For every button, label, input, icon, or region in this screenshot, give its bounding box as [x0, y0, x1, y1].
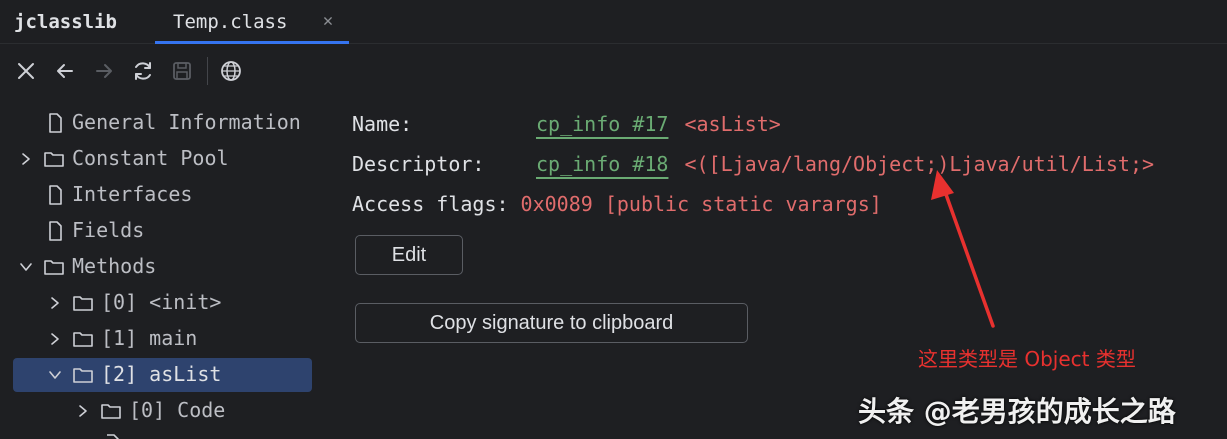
folder-icon — [73, 332, 93, 347]
tree-item-constant-pool[interactable]: Constant Pool — [0, 142, 320, 176]
tree-item-label: [1] main — [101, 326, 198, 350]
refresh-icon[interactable] — [130, 58, 156, 84]
chevron-right-icon[interactable] — [47, 331, 63, 347]
tree-item-label: Methods — [72, 254, 157, 278]
tree-item-method-aslist[interactable]: [2] asList — [13, 358, 312, 392]
globe-icon[interactable] — [218, 58, 244, 84]
folder-icon — [44, 260, 64, 275]
tree-item-label: Constant Pool — [72, 146, 229, 170]
file-icon — [49, 221, 62, 241]
tree-item-methods[interactable]: Methods — [0, 250, 320, 284]
folder-icon — [101, 404, 121, 419]
chevron-right-icon[interactable] — [18, 151, 34, 167]
folder-icon — [44, 152, 64, 167]
forward-icon[interactable] — [91, 58, 117, 84]
toolbar — [0, 50, 260, 92]
access-flags-label: Access flags: — [352, 192, 509, 216]
tree-item-label: Fields — [72, 218, 145, 242]
tree-item-code[interactable]: [0] Code — [0, 394, 320, 428]
toolbar-separator — [207, 57, 208, 85]
tree-item-method-main[interactable]: [1] main — [0, 322, 320, 356]
tab-jclasslib[interactable]: jclasslib — [14, 0, 117, 44]
class-structure-tree: General Information Constant Pool Interf… — [0, 104, 320, 439]
annotation-text: 这里类型是 Object 类型 — [918, 347, 1136, 371]
chevron-down-icon[interactable] — [18, 259, 34, 275]
tab-temp-class-label: Temp.class — [173, 11, 288, 33]
descriptor-value: <([Ljava/lang/Object;)Ljava/util/List;> — [684, 152, 1155, 176]
chevron-right-icon[interactable] — [75, 403, 91, 419]
tab-temp-class[interactable]: Temp.class ✕ — [155, 0, 349, 44]
close-icon[interactable] — [13, 58, 39, 84]
tree-item-method-init[interactable]: [0] <init> — [0, 286, 320, 320]
watermark: 头条 @老男孩的成长之路 — [858, 395, 1176, 428]
name-label: Name: — [352, 112, 413, 136]
tree-item-fields[interactable]: Fields — [0, 214, 320, 248]
descriptor-row: Descriptor: cp_info #18 <([Ljava/lang/Ob… — [352, 149, 1154, 179]
tab-bar: jclasslib Temp.class ✕ — [0, 0, 1227, 44]
back-icon[interactable] — [52, 58, 78, 84]
descriptor-label: Descriptor: — [352, 152, 485, 176]
edit-button[interactable]: Edit — [355, 235, 463, 275]
active-tab-indicator — [155, 41, 349, 44]
chevron-right-icon[interactable] — [47, 295, 63, 311]
tree-item-label: General Information — [72, 110, 301, 134]
descriptor-cp-link[interactable]: cp_info #18 — [536, 152, 668, 176]
file-icon — [49, 185, 62, 205]
tree-item-label: Interfaces — [72, 182, 193, 206]
chevron-down-icon[interactable] — [47, 367, 63, 383]
folder-icon — [73, 368, 93, 383]
tree-item-label: [0] <init> — [101, 290, 222, 314]
name-value: <asList> — [684, 112, 781, 136]
access-flags-row: Access flags: 0x0089 [public static vara… — [352, 189, 882, 219]
copy-signature-button[interactable]: Copy signature to clipboard — [355, 303, 748, 343]
close-icon[interactable]: ✕ — [319, 11, 337, 31]
tree-item-general-information[interactable]: General Information — [0, 106, 320, 140]
tree-item-interfaces[interactable]: Interfaces — [0, 178, 320, 212]
save-icon[interactable] — [169, 58, 195, 84]
folder-icon — [73, 296, 93, 311]
file-icon — [107, 434, 119, 439]
name-row: Name: cp_info #17 <asList> — [352, 109, 781, 139]
tree-item-label: [0] Code — [129, 398, 226, 422]
access-flags-value: 0x0089 [public static varargs] — [520, 192, 882, 216]
name-cp-link[interactable]: cp_info #17 — [536, 112, 668, 136]
file-icon — [49, 113, 62, 133]
tree-item-label: [2] asList — [101, 362, 222, 386]
